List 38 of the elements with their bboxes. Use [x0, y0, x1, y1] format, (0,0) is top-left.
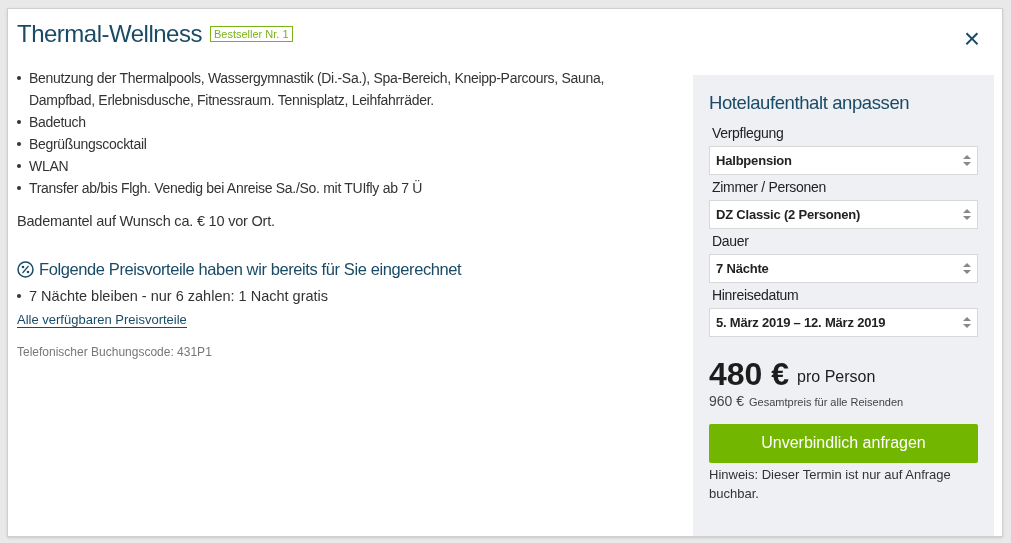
- feature-text: WLAN: [29, 157, 69, 176]
- sort-arrows-icon: [963, 316, 971, 328]
- field-label: Dauer: [711, 231, 750, 251]
- price-per-person: 480 €: [709, 356, 790, 391]
- field-label: Zimmer / Personen: [711, 177, 827, 197]
- panel-title: Hotelaufenthalt anpassen: [709, 91, 911, 115]
- sort-arrows-icon: [963, 262, 971, 274]
- bullet-icon: [17, 142, 21, 146]
- total-price: 960 €: [709, 391, 745, 411]
- bullet-icon: [17, 186, 21, 190]
- advantage-text: 7 Nächte bleiben - nur 6 zahlen: 1 Nacht gratis: [29, 286, 329, 306]
- sort-arrows-icon: [963, 208, 971, 220]
- bullet-icon: [17, 120, 21, 124]
- advantages-heading: Folgende Preisvorteile haben wir bereits für Sie eingerechnet: [39, 258, 462, 280]
- bullet-icon: [17, 164, 21, 168]
- booking-code-text: Telefonischer Buchungscode: 431P1: [17, 343, 213, 361]
- field-label: Hinreisedatum: [711, 285, 800, 305]
- total-price-label: Gesamtpreis für alle Reisenden: [749, 394, 904, 410]
- field-label: Verpflegung: [711, 123, 785, 143]
- advantages-link[interactable]: Alle verfügbaren Preisvorteile: [17, 311, 187, 328]
- bestseller-label: Bestseller Nr. 1: [209, 26, 293, 42]
- percent-icon: [17, 260, 34, 278]
- feature-text: Begrüßungscocktail: [29, 135, 147, 154]
- feature-text: Transfer ab/bis Flgh. Venedig bei Anreise Sa./So. mit TUIfly ab 7 Ü: [29, 179, 423, 198]
- feature-text: Benutzung der Thermalpools, Wassergymnastik (Di.-Sa.), Spa-Bereich, Kneipp-Parcours, Sauna, Dampfbad, Erlebnisdusche, Fitnessraum. Tennisplatz, Leihfahrräder.: [29, 69, 605, 110]
- close-button[interactable]: ×: [963, 27, 980, 51]
- bullet-icon: [17, 294, 21, 298]
- bullet-icon: [17, 76, 21, 80]
- note-text: Bademantel auf Wunsch ca. € 10 vor Ort.: [17, 212, 276, 231]
- select-field[interactable]: DZ Classic (2 Personen): [709, 199, 978, 229]
- sort-arrows-icon: [963, 154, 971, 166]
- select-field[interactable]: 5. März 2019 – 12. März 2019: [709, 307, 978, 337]
- dialog-title: Thermal-Wellness: [17, 19, 202, 49]
- price-unit: pro Person: [797, 366, 876, 387]
- select-field[interactable]: 7 Nächte: [709, 253, 978, 283]
- feature-text: Badetuch: [29, 113, 86, 132]
- select-field[interactable]: Halbpension: [709, 145, 978, 175]
- hint-text: Hinweis: Dieser Termin ist nur auf Anfrage buchbar.: [709, 465, 952, 503]
